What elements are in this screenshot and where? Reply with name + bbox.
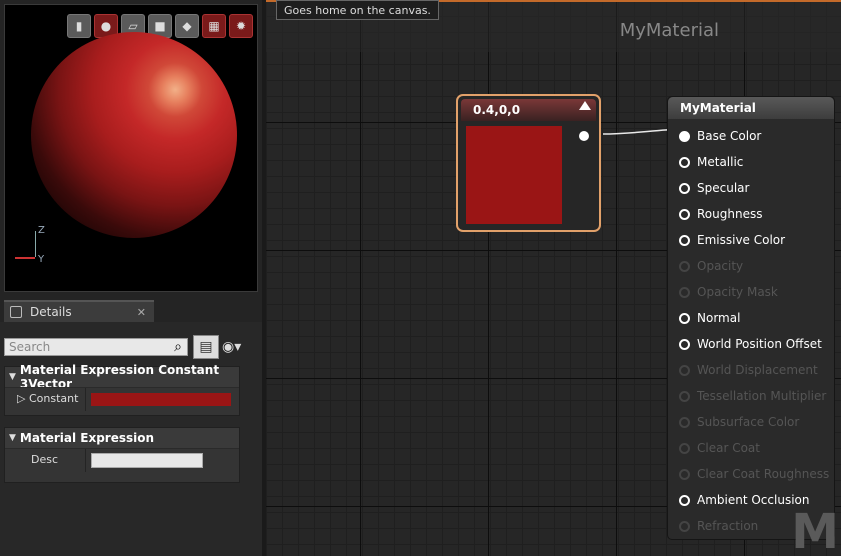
property-label: Desc xyxy=(31,453,59,466)
input-pin[interactable]: World Position Offset xyxy=(668,331,836,357)
pin-label: Clear Coat xyxy=(697,441,760,455)
collapse-triangle-icon[interactable]: ▼ xyxy=(9,372,16,382)
pin-circle-icon[interactable] xyxy=(679,156,690,168)
preview-sphere xyxy=(31,32,237,238)
section-material-expression: ▼ Material Expression Desc xyxy=(4,427,240,483)
node-title[interactable]: MyMaterial xyxy=(668,97,834,119)
pin-label: Specular xyxy=(697,181,750,195)
pin-circle-icon[interactable] xyxy=(679,312,690,324)
color-swatch[interactable] xyxy=(91,393,231,406)
pin-label: Refraction xyxy=(697,519,759,533)
pin-label: World Displacement xyxy=(697,363,818,377)
pin-label: Subsurface Color xyxy=(697,415,800,429)
section-header[interactable]: ▼ Material Expression xyxy=(5,428,239,448)
details-icon xyxy=(10,306,22,318)
section-title: Material Expression xyxy=(19,431,155,445)
collapse-triangle-icon[interactable]: ▼ xyxy=(9,433,16,443)
section-constant-3vector: ▼ Material Expression Constant 3Vector ▷… xyxy=(4,363,240,416)
axis-z-label: Z xyxy=(38,225,45,236)
pin-label: Opacity Mask xyxy=(697,285,778,299)
pin-label: Roughness xyxy=(697,207,763,221)
collapse-arrow-icon[interactable] xyxy=(579,101,591,110)
column-divider[interactable] xyxy=(85,388,86,411)
grid-icon[interactable]: ▦ xyxy=(202,14,226,38)
section-header[interactable]: ▼ Material Expression Constant 3Vector xyxy=(5,363,239,391)
view-options-button[interactable]: ▤ xyxy=(193,335,219,359)
property-label[interactable]: ▷ Constant xyxy=(17,392,78,405)
constant-3vector-node[interactable]: 0.4,0,0 xyxy=(456,94,601,232)
input-pin[interactable]: Roughness xyxy=(668,201,836,227)
realtime-icon[interactable]: ✹ xyxy=(229,14,253,38)
z-axis-line xyxy=(35,231,36,257)
pin-circle-icon[interactable] xyxy=(679,416,690,428)
desc-field[interactable] xyxy=(91,453,203,468)
pin-circle-icon[interactable] xyxy=(679,208,690,220)
output-pin[interactable] xyxy=(579,131,589,141)
pin-label: Normal xyxy=(697,311,741,325)
close-icon[interactable]: ✕ xyxy=(137,306,146,319)
pin-circle-icon[interactable] xyxy=(679,234,690,246)
input-pin[interactable]: Specular xyxy=(668,175,836,201)
cylinder-icon[interactable]: ▮ xyxy=(67,14,91,38)
axis-gizmo: Z Y xyxy=(15,225,45,265)
material-domain-watermark: M xyxy=(791,504,839,556)
pin-circle-icon[interactable] xyxy=(679,338,690,350)
column-divider[interactable] xyxy=(85,449,86,472)
node-title[interactable]: 0.4,0,0 xyxy=(461,99,596,121)
pin-circle-icon[interactable] xyxy=(679,182,690,194)
pin-circle-icon[interactable] xyxy=(679,468,690,480)
mesh-icon[interactable]: ◆ xyxy=(175,14,199,38)
material-result-node[interactable]: MyMaterial Base Color Metallic Specular Rou… xyxy=(667,96,835,540)
input-pin[interactable]: Normal xyxy=(668,305,836,331)
input-pin[interactable]: Metallic xyxy=(668,149,836,175)
pin-label: Base Color xyxy=(697,129,762,143)
left-panel: ▮ ● ▱ ■ ◆ ▦ ✹ Z Y Details ✕ Search ⌕ ▤ ◉… xyxy=(0,0,262,556)
input-pin[interactable]: Base Color xyxy=(668,123,836,149)
tab-details[interactable]: Details ✕ xyxy=(4,300,154,322)
pin-circle-icon[interactable] xyxy=(679,442,690,454)
input-pin[interactable]: Opacity xyxy=(668,253,836,279)
pin-label: Opacity xyxy=(697,259,744,273)
axis-y-label: Y xyxy=(38,254,45,265)
material-pins: Base Color Metallic Specular Roughness Emiss… xyxy=(668,123,836,539)
preview-viewport[interactable]: ▮ ● ▱ ■ ◆ ▦ ✹ Z Y xyxy=(4,4,258,292)
pin-label: Clear Coat Roughness xyxy=(697,467,830,481)
pin-circle-icon[interactable] xyxy=(679,260,690,272)
eye-icon[interactable]: ◉▾ xyxy=(222,338,252,356)
pin-circle-icon[interactable] xyxy=(679,520,690,532)
material-editor: ▮ ● ▱ ■ ◆ ▦ ✹ Z Y Details ✕ Search ⌕ ▤ ◉… xyxy=(0,0,841,556)
details-tab-label: Details xyxy=(30,305,72,319)
details-panel: Search ⌕ ▤ ◉▾ ▼ Material Expression Cons… xyxy=(0,322,262,556)
pin-circle-icon[interactable] xyxy=(679,286,690,298)
input-pin[interactable]: Opacity Mask xyxy=(668,279,836,305)
search-icon[interactable]: ⌕ xyxy=(170,339,186,355)
pin-circle-icon[interactable] xyxy=(679,390,690,402)
input-pin[interactable]: Emissive Color xyxy=(668,227,836,253)
tooltip: Goes home on the canvas. xyxy=(276,0,439,20)
x-axis-line xyxy=(15,257,35,259)
pin-label: Tessellation Multiplier xyxy=(697,389,827,403)
input-pin[interactable]: Tessellation Multiplier xyxy=(668,383,836,409)
pin-label: Emissive Color xyxy=(697,233,786,247)
pin-circle-icon[interactable] xyxy=(679,494,690,506)
graph-title: MyMaterial xyxy=(619,20,719,41)
property-row-desc: Desc xyxy=(5,448,239,472)
pin-circle-icon[interactable] xyxy=(679,364,690,376)
property-row-constant: ▷ Constant xyxy=(5,387,239,411)
pin-label: World Position Offset xyxy=(697,337,822,351)
color-preview xyxy=(466,126,562,224)
pin-circle-icon[interactable] xyxy=(679,130,690,142)
input-pin[interactable]: World Displacement xyxy=(668,357,836,383)
input-pin[interactable]: Subsurface Color xyxy=(668,409,836,435)
input-pin[interactable]: Clear Coat xyxy=(668,435,836,461)
graph-canvas[interactable]: MyMaterial 0.4,0,0 MyMaterial Base Color… xyxy=(266,0,841,556)
input-pin[interactable]: Clear Coat Roughness xyxy=(668,461,836,487)
pin-label: Metallic xyxy=(697,155,744,169)
search-input[interactable]: Search xyxy=(4,338,188,356)
